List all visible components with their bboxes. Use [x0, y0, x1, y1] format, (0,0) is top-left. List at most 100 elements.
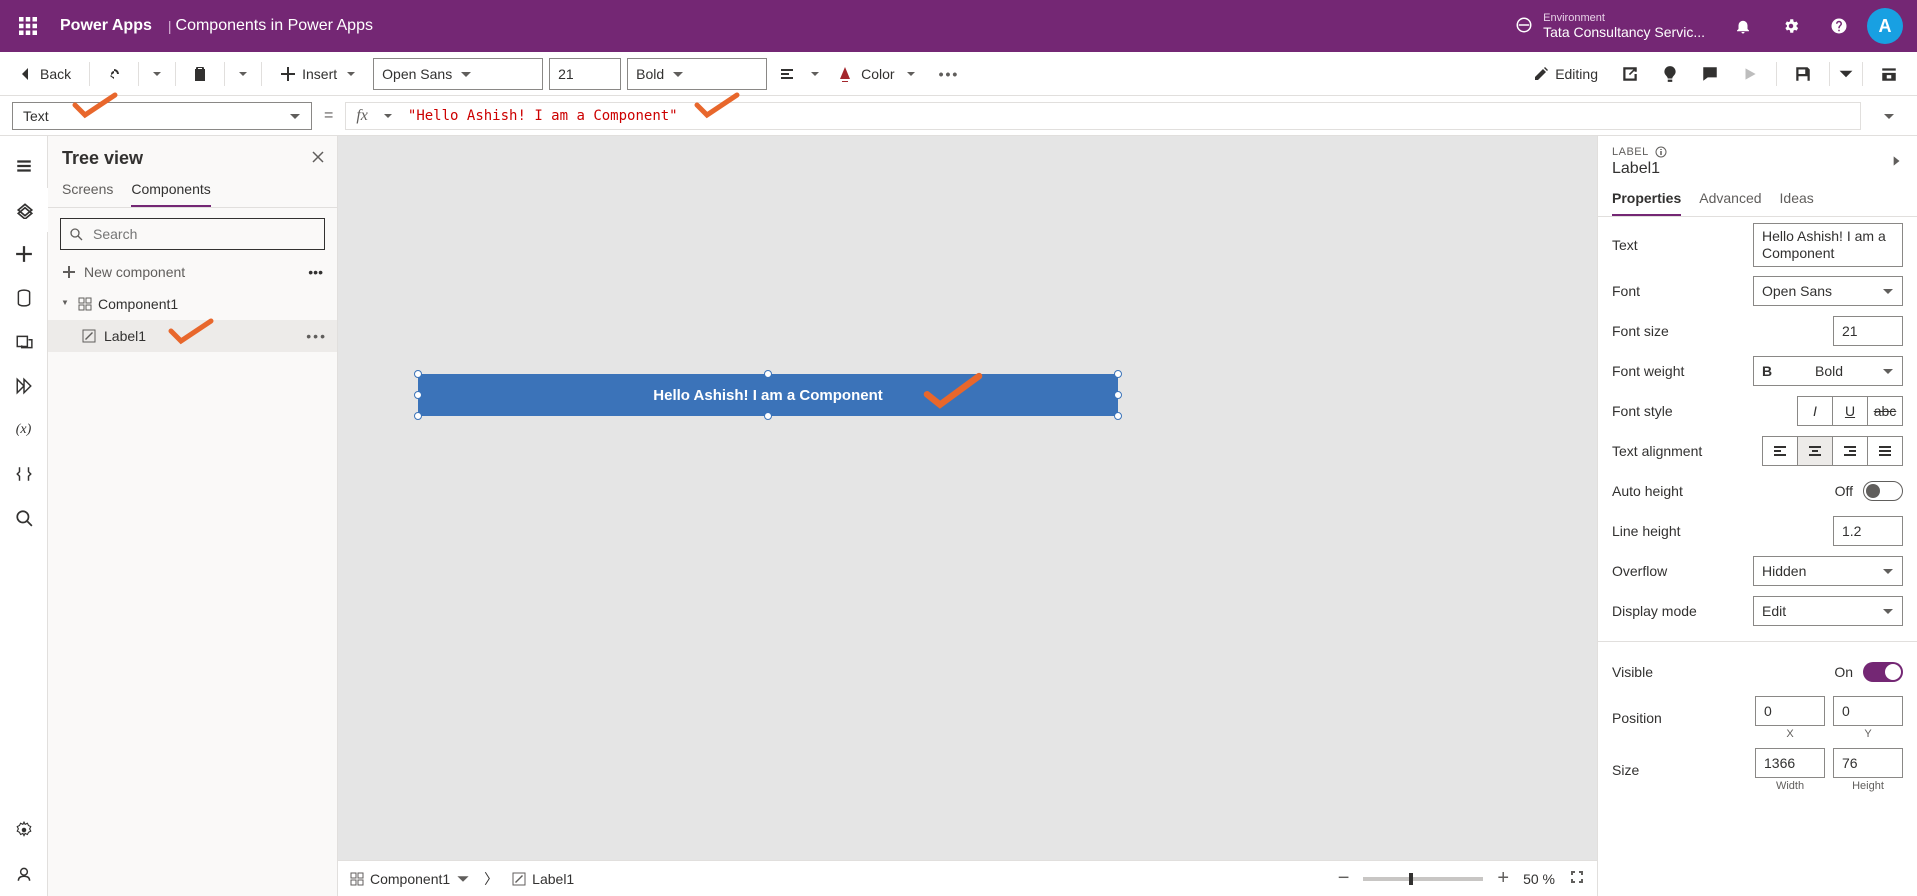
rail-tree-view-button[interactable]	[0, 188, 48, 232]
strikethrough-button[interactable]: abc	[1867, 396, 1903, 426]
canvas-label-control[interactable]: Hello Ashish! I am a Component	[418, 374, 1118, 416]
environment-picker[interactable]: Environment Tata Consultancy Servic...	[1515, 12, 1705, 40]
prop-lineheight-input[interactable]: 1.2	[1833, 516, 1903, 546]
prop-fontsize-input[interactable]: 21	[1833, 316, 1903, 346]
more-button[interactable]: •••	[933, 58, 966, 90]
font-select[interactable]: Open Sans	[373, 58, 543, 90]
notifications-button[interactable]	[1719, 0, 1767, 52]
tree-item-more[interactable]: •••	[306, 328, 327, 344]
undo-chevron[interactable]	[149, 69, 165, 79]
underline-button[interactable]: U	[1832, 396, 1868, 426]
prop-font-label: Font	[1612, 283, 1640, 299]
size-h-input[interactable]: 76	[1833, 748, 1903, 778]
paste-button[interactable]	[186, 58, 214, 90]
app-launcher-button[interactable]	[8, 17, 48, 35]
help-button[interactable]	[1815, 0, 1863, 52]
rail-hamburger-button[interactable]	[0, 144, 48, 188]
insert-button[interactable]: Insert	[272, 58, 367, 90]
prop-position-label: Position	[1612, 710, 1662, 726]
rail-insert-button[interactable]	[0, 232, 48, 276]
align-button[interactable]	[773, 58, 801, 90]
search-field[interactable]	[91, 225, 316, 243]
rail-power-automate-button[interactable]	[0, 364, 48, 408]
save-button[interactable]	[1785, 58, 1821, 90]
expand-formula-button[interactable]	[1873, 109, 1905, 123]
info-icon[interactable]	[1655, 146, 1667, 158]
app-checker-button[interactable]	[1652, 58, 1688, 90]
prop-overflow-select[interactable]: Hidden	[1753, 556, 1903, 586]
control-type-label: LABEL	[1612, 146, 1649, 158]
tree-item-component1[interactable]: Component1	[48, 288, 337, 320]
design-canvas[interactable]: Hello Ashish! I am a Component	[338, 136, 1597, 860]
prop-tab-ideas[interactable]: Ideas	[1780, 190, 1814, 216]
formula-input[interactable]: fx "Hello Ashish! I am a Component"	[345, 102, 1861, 130]
color-button[interactable]: Color	[829, 58, 926, 90]
brand-label[interactable]: Power Apps	[48, 17, 164, 35]
new-component-button[interactable]: New component	[62, 264, 185, 280]
breadcrumb-label[interactable]: Label1	[512, 871, 574, 887]
align-center-button[interactable]	[1797, 436, 1833, 466]
rail-variables-button[interactable]: (x)	[0, 408, 48, 452]
property-dropdown[interactable]: Text	[12, 102, 312, 130]
prop-displaymode-select[interactable]: Edit	[1753, 596, 1903, 626]
rail-media-button[interactable]	[0, 320, 48, 364]
visible-toggle[interactable]	[1863, 662, 1903, 682]
save-chevron[interactable]	[1838, 65, 1854, 83]
prop-displaymode-label: Display mode	[1612, 603, 1697, 619]
close-panel-button[interactable]	[311, 150, 325, 167]
zoom-in-button[interactable]: +	[1497, 867, 1509, 890]
new-component-more[interactable]: •••	[308, 264, 323, 280]
breadcrumb-component[interactable]: Component1	[350, 871, 470, 887]
tree-item-label1[interactable]: Label1 •••	[48, 320, 337, 352]
formula-text: "Hello Ashish! I am a Component"	[408, 108, 678, 124]
panel-chevron[interactable]	[1889, 154, 1903, 171]
rail-advanced-tools-button[interactable]	[0, 452, 48, 496]
zoom-slider[interactable]	[1363, 877, 1483, 881]
rail-settings-button[interactable]	[0, 808, 48, 852]
environment-name: Tata Consultancy Servic...	[1543, 24, 1705, 40]
preview-button[interactable]	[1732, 58, 1768, 90]
rail-search-button[interactable]	[0, 496, 48, 540]
prop-fontweight-label: Font weight	[1612, 363, 1684, 379]
prop-fontweight-select[interactable]: B Bold	[1753, 356, 1903, 386]
prop-align-label: Text alignment	[1612, 443, 1702, 459]
prop-text-input[interactable]: Hello Ashish! I am a Component	[1753, 223, 1903, 267]
prop-font-select[interactable]: Open Sans	[1753, 276, 1903, 306]
align-right-button[interactable]	[1832, 436, 1868, 466]
align-chevron[interactable]	[807, 69, 823, 79]
rail-data-button[interactable]	[0, 276, 48, 320]
equals-sign: =	[324, 107, 333, 125]
search-input[interactable]	[60, 218, 325, 250]
rail-virtual-agent-button[interactable]	[0, 852, 48, 896]
share-button[interactable]	[1612, 58, 1648, 90]
zoom-out-button[interactable]: −	[1338, 867, 1350, 890]
pos-y-input[interactable]: 0	[1833, 696, 1903, 726]
size-w-input[interactable]: 1366	[1755, 748, 1825, 778]
prop-overflow-label: Overflow	[1612, 563, 1667, 579]
editing-mode-button[interactable]: Editing	[1525, 58, 1606, 90]
paste-chevron[interactable]	[235, 69, 251, 79]
font-weight-select[interactable]: Bold	[627, 58, 767, 90]
settings-button[interactable]	[1767, 0, 1815, 52]
pos-x-input[interactable]: 0	[1755, 696, 1825, 726]
fit-screen-button[interactable]	[1569, 869, 1585, 888]
tree-view-panel: Tree view Screens Components New compone…	[48, 136, 338, 896]
back-button[interactable]: Back	[10, 58, 79, 90]
prop-tab-advanced[interactable]: Advanced	[1699, 190, 1761, 216]
autoheight-toggle[interactable]	[1863, 481, 1903, 501]
align-justify-button[interactable]	[1867, 436, 1903, 466]
user-avatar[interactable]: A	[1867, 8, 1903, 44]
canvas-area: Hello Ashish! I am a Component Component…	[338, 136, 1597, 896]
comments-button[interactable]	[1692, 58, 1728, 90]
tab-screens[interactable]: Screens	[62, 181, 113, 207]
publish-button[interactable]	[1871, 58, 1907, 90]
italic-button[interactable]: I	[1797, 396, 1833, 426]
status-bar: Component1 〉 Label1 − + 50 %	[338, 860, 1597, 896]
fx-chevron[interactable]	[380, 111, 396, 121]
undo-button[interactable]	[100, 58, 128, 90]
tab-components[interactable]: Components	[131, 181, 210, 207]
prop-tab-properties[interactable]: Properties	[1612, 190, 1681, 216]
font-size-input[interactable]: 21	[549, 58, 621, 90]
align-left-button[interactable]	[1762, 436, 1798, 466]
control-name[interactable]: Label1	[1612, 158, 1667, 178]
